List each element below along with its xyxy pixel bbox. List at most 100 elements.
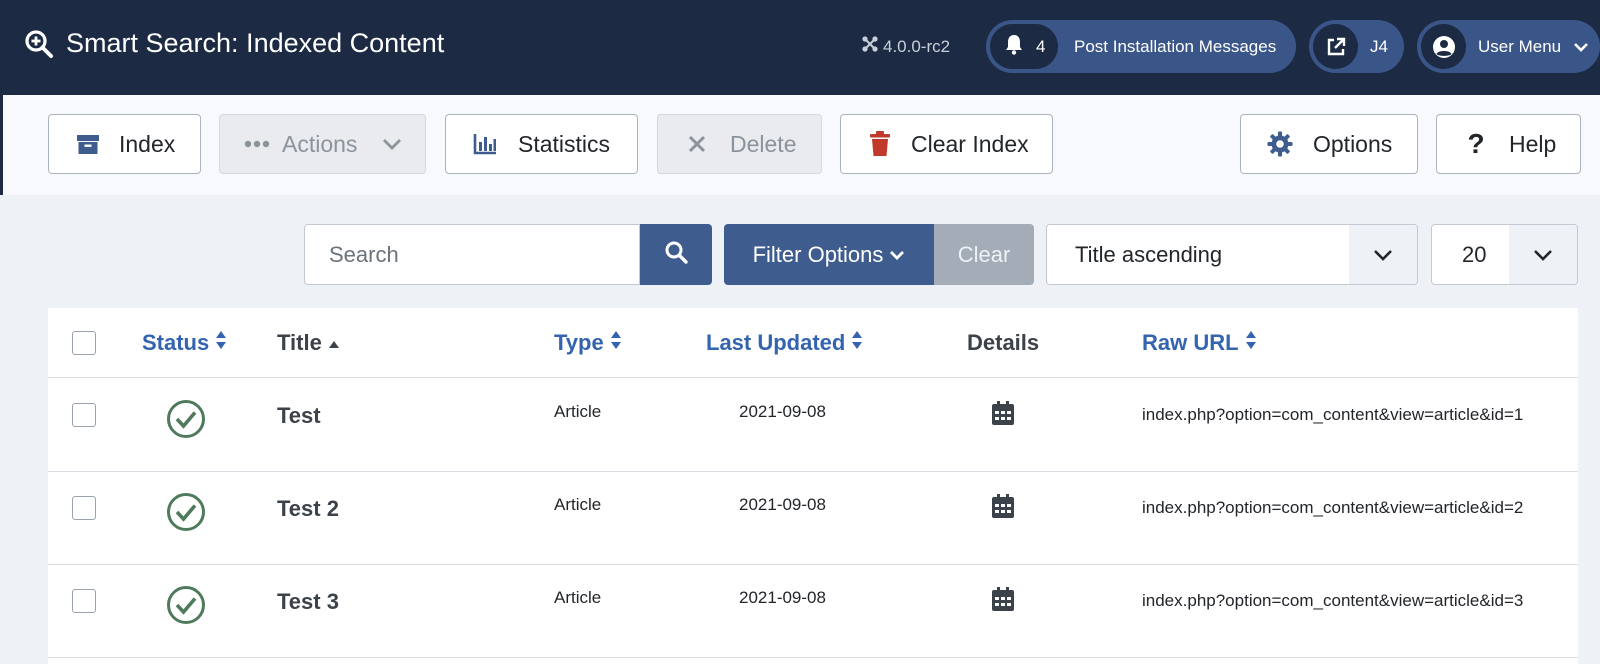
index-label: Index [119,130,176,157]
row-checkbox[interactable] [72,403,96,427]
row-checkbox[interactable] [72,589,96,613]
user-menu-button[interactable]: User Menu [1417,20,1600,73]
trash-icon [867,131,893,157]
column-last-updated-label: Last Updated [706,330,846,355]
magnifier-plus-icon [24,29,54,59]
calendar-icon[interactable] [992,494,1014,523]
chevron-down-icon [1509,225,1577,284]
actions-dropdown[interactable]: Actions [219,114,426,174]
row-title: Test 3 [277,589,339,614]
version-label: 4.0.0-rc2 [883,36,951,56]
sort-icon [851,330,863,356]
column-type[interactable]: Type [554,330,622,356]
post-installation-messages-button[interactable]: 4 Post Installation Messages [986,20,1296,73]
column-status[interactable]: Status [142,330,227,356]
table-row: Test Article 2021-09-08 index.php?option… [48,379,1578,472]
chevron-down-icon [1349,225,1417,284]
row-type: Article [554,495,602,514]
chevron-down-icon [1573,41,1589,53]
header-bar: Smart Search: Indexed Content 4.0.0-rc2 … [0,0,1600,95]
check-circle-icon [166,586,206,629]
archive-box-icon [75,131,101,157]
column-raw-url[interactable]: Raw URL [1142,330,1257,356]
statistics-label: Statistics [518,130,611,157]
user-circle-icon [1421,24,1466,69]
column-type-label: Type [554,330,604,355]
calendar-icon[interactable] [992,401,1014,430]
help-label: Help [1509,130,1557,157]
options-label: Options [1313,130,1393,157]
row-type: Article [554,588,602,607]
delete-button[interactable]: Delete [657,114,822,174]
view-site-button[interactable]: J4 [1309,20,1404,73]
column-last-updated[interactable]: Last Updated [706,330,863,356]
gear-icon [1267,131,1293,157]
chevron-down-icon [381,137,403,151]
column-details: Details [967,330,1040,355]
filter-options-button[interactable]: Filter Options [724,224,934,285]
bell-icon [1004,33,1024,60]
sort-icon [1245,330,1257,356]
options-button[interactable]: Options [1240,114,1418,174]
sort-icon [610,330,622,356]
bar-chart-icon [472,131,498,157]
row-raw-url: index.php?option=com_content&view=articl… [1142,405,1524,424]
toolbar: Index Actions Statistics Delete Clear In… [0,95,1600,195]
check-circle-icon [166,400,206,443]
table-header: Status Title Type Last Updated Details R… [48,308,1578,378]
limit-value: 20 [1462,242,1487,267]
indexed-content-table: Status Title Type Last Updated Details R… [48,308,1578,664]
status-published-button[interactable] [166,585,206,630]
calendar-icon[interactable] [992,587,1014,616]
filter-options-label: Filter Options [752,241,884,267]
sort-icon [215,330,227,356]
column-raw-url-label: Raw URL [1142,330,1239,355]
column-status-label: Status [142,330,210,355]
page-title-group: Smart Search: Indexed Content [24,28,444,59]
row-raw-url: index.php?option=com_content&view=articl… [1142,498,1524,517]
column-title-label: Title [277,330,322,355]
clear-filters-button[interactable]: Clear [934,224,1034,285]
sort-select[interactable]: Title ascending [1046,224,1418,285]
row-last-updated: 2021-09-08 [739,495,826,514]
joomla-icon [862,36,878,57]
status-published-button[interactable] [166,399,206,444]
select-all-checkbox[interactable] [72,331,96,355]
sort-value: Title ascending [1075,242,1223,267]
sort-asc-icon [328,330,340,356]
row-type: Article [554,402,602,421]
table-row: Test 3 Article 2021-09-08 index.php?opti… [48,565,1578,658]
notification-count-badge: 4 [990,24,1058,69]
version-info: 4.0.0-rc2 [862,36,950,57]
close-icon [684,131,710,157]
post-installation-label: Post Installation Messages [1074,36,1277,56]
notification-count: 4 [1036,36,1046,56]
status-published-button[interactable] [166,492,206,537]
help-button[interactable]: ? Help [1436,114,1581,174]
search-input[interactable]: Search [304,224,640,285]
chevron-down-icon [889,249,905,261]
delete-label: Delete [730,130,797,157]
row-last-updated: 2021-09-08 [739,402,826,421]
page-title: Smart Search: Indexed Content [66,28,445,58]
user-menu-label: User Menu [1478,36,1562,56]
row-raw-url: index.php?option=com_content&view=articl… [1142,591,1524,610]
list-limit-select[interactable]: 20 [1431,224,1578,285]
external-link-icon [1313,24,1358,69]
statistics-button[interactable]: Statistics [445,114,638,174]
search-button[interactable] [640,224,712,285]
table-row: Test 2 Article 2021-09-08 index.php?opti… [48,472,1578,565]
column-title[interactable]: Title [277,330,340,356]
row-title: Test [277,403,321,428]
row-title: Test 2 [277,496,339,521]
clear-index-button[interactable]: Clear Index [840,114,1053,174]
ellipsis-icon [244,131,270,157]
actions-label: Actions [282,130,358,157]
site-label: J4 [1370,36,1388,56]
question-icon: ? [1467,128,1485,159]
index-button[interactable]: Index [48,114,201,174]
clear-index-label: Clear Index [911,130,1029,157]
check-circle-icon [166,493,206,536]
search-icon [664,240,688,269]
row-checkbox[interactable] [72,496,96,520]
